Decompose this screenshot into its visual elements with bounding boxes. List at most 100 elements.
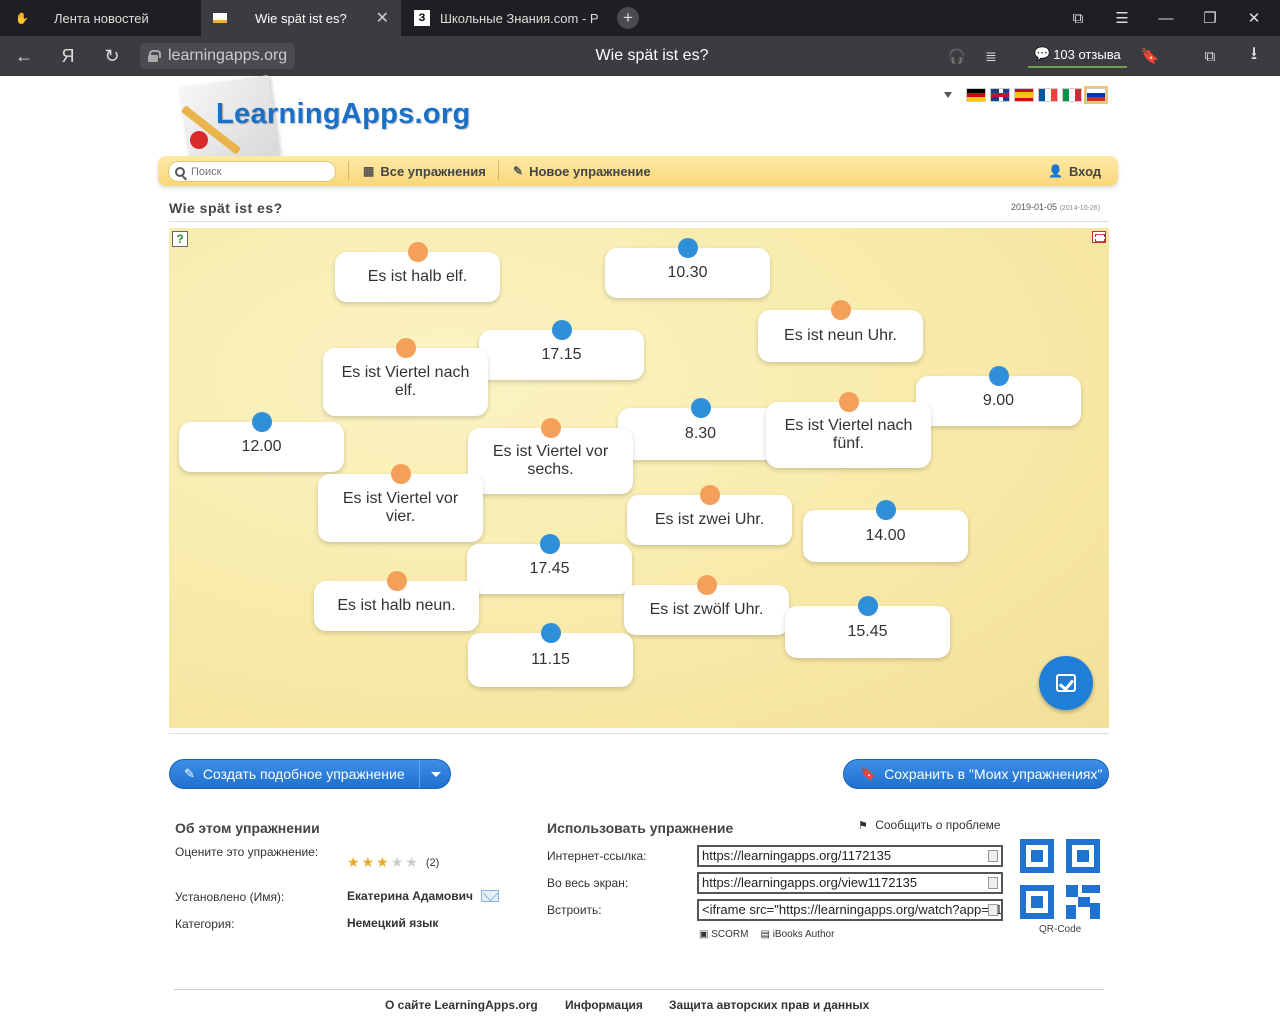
minimize-icon[interactable]: — xyxy=(1144,0,1188,36)
answer-card[interactable]: Es ist zwei Uhr. xyxy=(627,485,792,545)
copy-icon[interactable] xyxy=(988,877,998,889)
menu-login[interactable]: 👤 Вход xyxy=(1048,156,1101,186)
bookmark-icon: 🔖 xyxy=(860,766,877,781)
orange-connector-dot[interactable] xyxy=(540,418,561,438)
flag-ru-icon[interactable] xyxy=(1084,86,1108,104)
answer-card[interactable]: Es ist Viertel vor vier. xyxy=(318,464,483,542)
divider xyxy=(174,989,1104,990)
reload-icon[interactable]: ↻ xyxy=(92,36,132,76)
bookmark-icon[interactable]: 🔖 xyxy=(1130,36,1170,76)
answer-card[interactable]: 11.15 xyxy=(468,623,633,687)
scorm-link[interactable]: ▣ SCORM xyxy=(699,929,748,940)
fullscreen-field[interactable]: https://learningapps.org/view1172135 xyxy=(697,872,1003,894)
collections-icon[interactable]: ⧉ xyxy=(1190,36,1230,76)
restore-icon[interactable]: ❐ xyxy=(1188,0,1232,36)
address-bar[interactable]: learningapps.org xyxy=(140,43,296,69)
answer-card[interactable]: Es ist halb neun. xyxy=(314,571,479,631)
blue-connector-dot[interactable] xyxy=(540,623,561,643)
reviews-button[interactable]: 💬 103 отзыва xyxy=(1028,42,1127,68)
answer-card[interactable]: Es ist Viertel nach fünf. xyxy=(766,392,931,468)
footer-copyright-link[interactable]: Защита авторских прав и данных xyxy=(669,998,869,1012)
copy-icon[interactable] xyxy=(988,850,998,862)
flag-de-icon[interactable] xyxy=(966,88,986,102)
orange-connector-dot[interactable] xyxy=(407,242,428,262)
answer-card[interactable]: Es ist Viertel vor sechs. xyxy=(468,418,633,494)
back-icon[interactable]: ← xyxy=(4,36,44,76)
blue-connector-dot[interactable] xyxy=(539,534,560,554)
rating-stars[interactable]: ★ ★ ★ ★ ★ (2) xyxy=(347,854,439,871)
report-problem-link[interactable]: ⚑ Сообщить о проблеме xyxy=(858,818,1001,832)
answer-card[interactable]: 17.45 xyxy=(467,534,632,594)
menu-new-exercise[interactable]: ✎ Новое упражнение xyxy=(513,156,651,186)
tab-znania[interactable]: З Школьные Знания.com - Р xyxy=(402,0,602,36)
site-logo[interactable]: LearningApps.org xyxy=(216,98,471,131)
blue-connector-dot[interactable] xyxy=(690,398,711,418)
flag-it-icon[interactable] xyxy=(1062,88,1082,102)
orange-connector-dot[interactable] xyxy=(696,575,717,595)
blue-connector-dot[interactable] xyxy=(857,596,878,616)
yandex-icon[interactable]: Я xyxy=(48,36,88,76)
answer-card[interactable]: Es ist Viertel nach elf. xyxy=(323,338,488,416)
ibooks-label: iBooks Author xyxy=(772,929,835,940)
download-icon[interactable]: ⭳ xyxy=(1234,36,1274,76)
answer-card[interactable]: Es ist halb elf. xyxy=(335,242,500,302)
star-filled-icon[interactable]: ★ xyxy=(376,854,389,871)
star-filled-icon[interactable]: ★ xyxy=(362,854,375,871)
close-window-icon[interactable]: ✕ xyxy=(1232,0,1276,36)
dropdown-arrow-icon[interactable] xyxy=(944,92,952,98)
bookmarks-panel-icon[interactable]: ⧉ xyxy=(1056,0,1100,36)
orange-connector-dot[interactable] xyxy=(699,485,720,505)
link-field[interactable]: https://learningapps.org/1172135 xyxy=(697,845,1003,867)
orange-connector-dot[interactable] xyxy=(386,571,407,591)
reader-mode-icon[interactable]: ≣ xyxy=(971,36,1011,76)
answer-card[interactable]: 9.00 xyxy=(916,366,1081,426)
copy-icon[interactable] xyxy=(988,904,998,916)
embed-field[interactable]: <iframe src="https://learningapps.org/wa… xyxy=(697,899,1003,921)
answer-card[interactable]: 17.15 xyxy=(479,320,644,380)
menu-all-exercises[interactable]: ▦ Все упражнения xyxy=(363,156,486,186)
mail-icon[interactable] xyxy=(481,890,499,902)
answer-card[interactable]: 10.30 xyxy=(605,238,770,298)
answer-card[interactable]: 15.45 xyxy=(785,596,950,658)
tab-current[interactable]: Wie spät ist es? ✕ xyxy=(201,0,401,36)
close-tab-icon[interactable]: ✕ xyxy=(376,8,389,28)
orange-connector-dot[interactable] xyxy=(830,300,851,320)
star-empty-icon[interactable]: ★ xyxy=(391,854,404,871)
check-answers-button[interactable] xyxy=(1039,656,1093,710)
footer-info-link[interactable]: Информация xyxy=(565,998,643,1012)
category-value[interactable]: Немецкий язык xyxy=(347,916,438,930)
orange-connector-dot[interactable] xyxy=(395,338,416,358)
new-tab-button[interactable]: + xyxy=(617,7,639,29)
answer-card[interactable]: 14.00 xyxy=(803,500,968,562)
qr-code-icon[interactable] xyxy=(1020,839,1100,919)
tab-news[interactable]: ✋ Лента новостей xyxy=(0,0,200,36)
rating-count: (2) xyxy=(425,856,440,869)
blue-connector-dot[interactable] xyxy=(551,320,572,340)
search-input[interactable] xyxy=(191,165,321,178)
blue-connector-dot[interactable] xyxy=(251,412,272,432)
flag-fr-icon[interactable] xyxy=(1038,88,1058,102)
star-filled-icon[interactable]: ★ xyxy=(347,854,360,871)
answer-card[interactable]: Es ist zwölf Uhr. xyxy=(624,575,789,635)
blue-connector-dot[interactable] xyxy=(988,366,1009,386)
create-similar-button[interactable]: ✎ Создать подобное упражнение xyxy=(169,759,451,789)
browser-tabbar: ✋ Лента новостей Wie spät ist es? ✕ З Шк… xyxy=(0,0,1280,36)
footer-about-link[interactable]: О сайте LearningApps.org xyxy=(385,998,538,1012)
blue-connector-dot[interactable] xyxy=(677,238,698,258)
fullscreen-icon[interactable] xyxy=(1092,231,1106,243)
star-empty-icon[interactable]: ★ xyxy=(405,854,418,871)
flag-es-icon[interactable] xyxy=(1014,88,1034,102)
blue-connector-dot[interactable] xyxy=(875,500,896,520)
save-to-my-exercises-button[interactable]: 🔖 Сохранить в "Моих упражнениях" xyxy=(843,759,1109,789)
author-name[interactable]: Екатерина Адамович xyxy=(347,889,473,903)
menu-icon[interactable]: ☰ xyxy=(1100,0,1144,36)
answer-card[interactable]: 8.30 xyxy=(618,398,783,460)
answer-card[interactable]: 12.00 xyxy=(179,412,344,472)
help-icon[interactable]: ? xyxy=(172,231,188,247)
flag-gb-icon[interactable] xyxy=(990,88,1010,102)
orange-connector-dot[interactable] xyxy=(390,464,411,484)
answer-card[interactable]: Es ist neun Uhr. xyxy=(758,300,923,362)
chevron-down-icon[interactable] xyxy=(431,772,441,777)
orange-connector-dot[interactable] xyxy=(838,392,859,412)
ibooks-link[interactable]: ▤ iBooks Author xyxy=(760,929,834,940)
